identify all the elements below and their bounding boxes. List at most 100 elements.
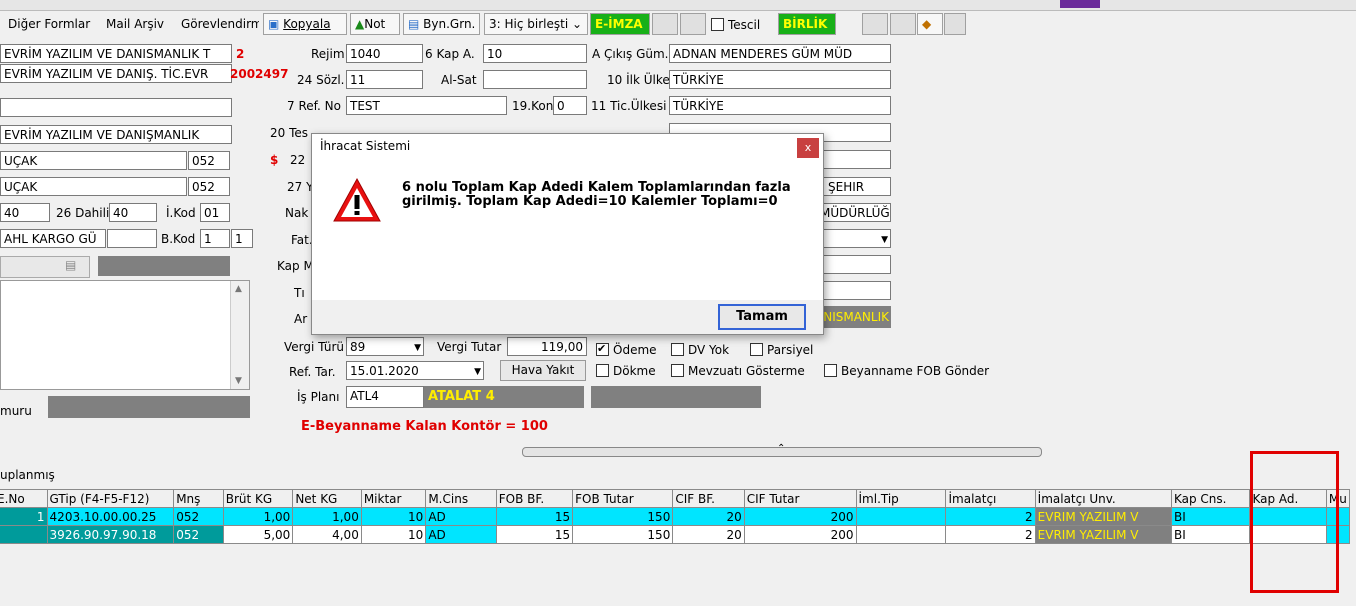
- dvyok-checkbox[interactable]: DV Yok: [671, 342, 729, 358]
- dokme-checkbox[interactable]: Dökme: [596, 363, 656, 379]
- value-40-field[interactable]: 40: [0, 203, 50, 222]
- cell-imltip[interactable]: [855, 507, 947, 526]
- odeme-checkbox[interactable]: Ödeme: [596, 341, 657, 358]
- cell-miktar[interactable]: 10: [360, 525, 427, 544]
- cell-mcins[interactable]: AD: [425, 525, 497, 544]
- cell-imltip[interactable]: [855, 525, 947, 544]
- cell-ciftutar[interactable]: 200: [743, 525, 857, 544]
- toolbar-blank-3[interactable]: [862, 13, 888, 35]
- scroll-down-icon[interactable]: ▼: [235, 376, 242, 386]
- dialog-close-button[interactable]: x: [797, 138, 819, 158]
- fob-gonder-check[interactable]: [824, 364, 837, 377]
- cell-fobtutar[interactable]: 150: [572, 525, 674, 544]
- scroll-up-icon[interactable]: ▲: [235, 284, 242, 294]
- cell-imalatci[interactable]: 2: [945, 507, 1036, 526]
- ucak2-code[interactable]: 052: [188, 177, 230, 196]
- cell-cifbf[interactable]: 20: [672, 525, 745, 544]
- vergitutar-field[interactable]: 119,00: [507, 337, 587, 356]
- toolbar-blank-5[interactable]: [944, 13, 966, 35]
- refno-field[interactable]: TEST: [346, 96, 507, 115]
- parsiyel-check[interactable]: [750, 343, 763, 356]
- ucak2-field[interactable]: UÇAK: [0, 177, 187, 196]
- cell-imalatci-unv[interactable]: EVRIM YAZILIM V: [1034, 525, 1172, 544]
- col-gtip[interactable]: GTip (F4-F5-F12): [46, 489, 175, 508]
- fob-gonder-checkbox[interactable]: Beyanname FOB Gönder: [824, 363, 989, 379]
- col-cifbf[interactable]: CIF BF.: [672, 489, 745, 508]
- col-mcins[interactable]: M.Cins: [425, 489, 497, 508]
- dvyok-check[interactable]: [671, 343, 684, 356]
- cell-mns[interactable]: 052: [173, 525, 224, 544]
- rejim-field[interactable]: 1040: [346, 44, 423, 63]
- cell-imalatci[interactable]: 2: [945, 525, 1036, 544]
- cell-net[interactable]: 4,00: [292, 525, 362, 544]
- odeme-check[interactable]: [596, 341, 609, 357]
- col-imltip[interactable]: İml.Tip: [855, 489, 947, 508]
- hava-yakit-button[interactable]: Hava Yakıt: [500, 360, 586, 381]
- cell-fobbf[interactable]: 15: [495, 525, 574, 544]
- col-fobtutar[interactable]: FOB Tutar: [572, 489, 674, 508]
- col-eno[interactable]: E.No: [0, 489, 48, 508]
- table-row[interactable]: 3926.90.97.90.18 052 5,00 4,00 10 AD 15 …: [0, 525, 1351, 544]
- cell-fobtutar[interactable]: 150: [572, 507, 674, 526]
- tescil-check[interactable]: [711, 18, 724, 31]
- ikod-field[interactable]: 01: [200, 203, 230, 222]
- birlik-button[interactable]: BİRLİK: [778, 13, 836, 35]
- table-row[interactable]: 1 4203.10.00.00.25 052 1,00 1,00 10 AD 1…: [0, 507, 1351, 526]
- ok-button[interactable]: Tamam: [718, 304, 806, 330]
- dokme-check[interactable]: [596, 364, 609, 377]
- cell-mns[interactable]: 052: [173, 507, 224, 526]
- cikis-field[interactable]: ADNAN MENDERES GÜM MÜD: [669, 44, 891, 63]
- dahili-field[interactable]: 40: [109, 203, 157, 222]
- cell-miktar[interactable]: 10: [360, 507, 427, 526]
- bkod2-field[interactable]: 1: [231, 229, 253, 248]
- kapa-field[interactable]: 10: [483, 44, 587, 63]
- isplani-field[interactable]: ATL4: [346, 386, 424, 408]
- col-imalatci[interactable]: İmalatçı: [945, 489, 1036, 508]
- sozl-field[interactable]: 11: [346, 70, 423, 89]
- blank-field[interactable]: [0, 98, 232, 117]
- kargo-field[interactable]: AHL KARGO GÜ: [0, 229, 106, 248]
- col-mns[interactable]: Mnş: [173, 489, 224, 508]
- col-fobbf[interactable]: FOB BF.: [495, 489, 574, 508]
- firm3-field[interactable]: EVRİM YAZILIM VE DANIŞMANLIK: [0, 125, 232, 144]
- mevzuati-check[interactable]: [671, 364, 684, 377]
- ucak1-field[interactable]: UÇAK: [0, 151, 187, 170]
- firm1-field[interactable]: EVRİM YAZILIM VE DANISMANLIK T: [0, 44, 232, 63]
- cell-mcins[interactable]: AD: [425, 507, 497, 526]
- vergitur-select[interactable]: 89 ▼: [346, 337, 424, 356]
- notes-textarea[interactable]: ▲ ▼: [0, 280, 250, 390]
- tescil-checkbox[interactable]: Tescil: [711, 17, 760, 33]
- alsat-field[interactable]: [483, 70, 587, 89]
- ilkulke-field[interactable]: TÜRKİYE: [669, 70, 891, 89]
- cell-gtip[interactable]: 4203.10.00.00.25: [46, 507, 175, 526]
- bkod-field[interactable]: 1: [200, 229, 230, 248]
- toolbar-blank-4[interactable]: [890, 13, 916, 35]
- cell-eno[interactable]: [0, 525, 48, 544]
- kargo-extra-field[interactable]: [107, 229, 157, 248]
- palette-button[interactable]: ◆: [917, 13, 943, 35]
- cell-brut[interactable]: 5,00: [222, 525, 294, 544]
- kont-field[interactable]: 0: [553, 96, 587, 115]
- not-button[interactable]: ▲Not: [350, 13, 400, 35]
- col-miktar[interactable]: Miktar: [360, 489, 427, 508]
- toolbar-blank-1[interactable]: [652, 13, 678, 35]
- cell-net[interactable]: 1,00: [292, 507, 362, 526]
- cell-eno[interactable]: 1: [0, 507, 48, 526]
- mevzuati-checkbox[interactable]: Mevzuatı Gösterme: [671, 363, 805, 379]
- mail-arsiv-tab[interactable]: Mail Arşiv: [106, 16, 164, 32]
- col-imalatci-unv[interactable]: İmalatçı Unv.: [1034, 489, 1172, 508]
- cell-imalatci-unv[interactable]: EVRIM YAZILIM V: [1034, 507, 1172, 526]
- col-brut[interactable]: Brüt KG: [222, 489, 294, 508]
- byngrn-button[interactable]: ▤ Byn.Grn.: [403, 13, 480, 35]
- diger-formlar-tab[interactable]: Diğer Formlar: [8, 16, 90, 32]
- reftar-select[interactable]: 15.01.2020 ▼: [346, 361, 484, 380]
- panel-splitter[interactable]: ⌃: [522, 443, 1042, 457]
- col-kapcns[interactable]: Kap Cns.: [1170, 489, 1251, 508]
- col-net[interactable]: Net KG: [292, 489, 362, 508]
- scroll-track[interactable]: ▤: [0, 256, 90, 278]
- notes-scrollbar[interactable]: ▲ ▼: [230, 281, 249, 389]
- gorevlendirme-tab[interactable]: Görevlendirme: [181, 16, 259, 32]
- cell-gtip[interactable]: 3926.90.97.90.18: [46, 525, 175, 544]
- cell-brut[interactable]: 1,00: [222, 507, 294, 526]
- cell-kapcns[interactable]: BI: [1170, 507, 1251, 526]
